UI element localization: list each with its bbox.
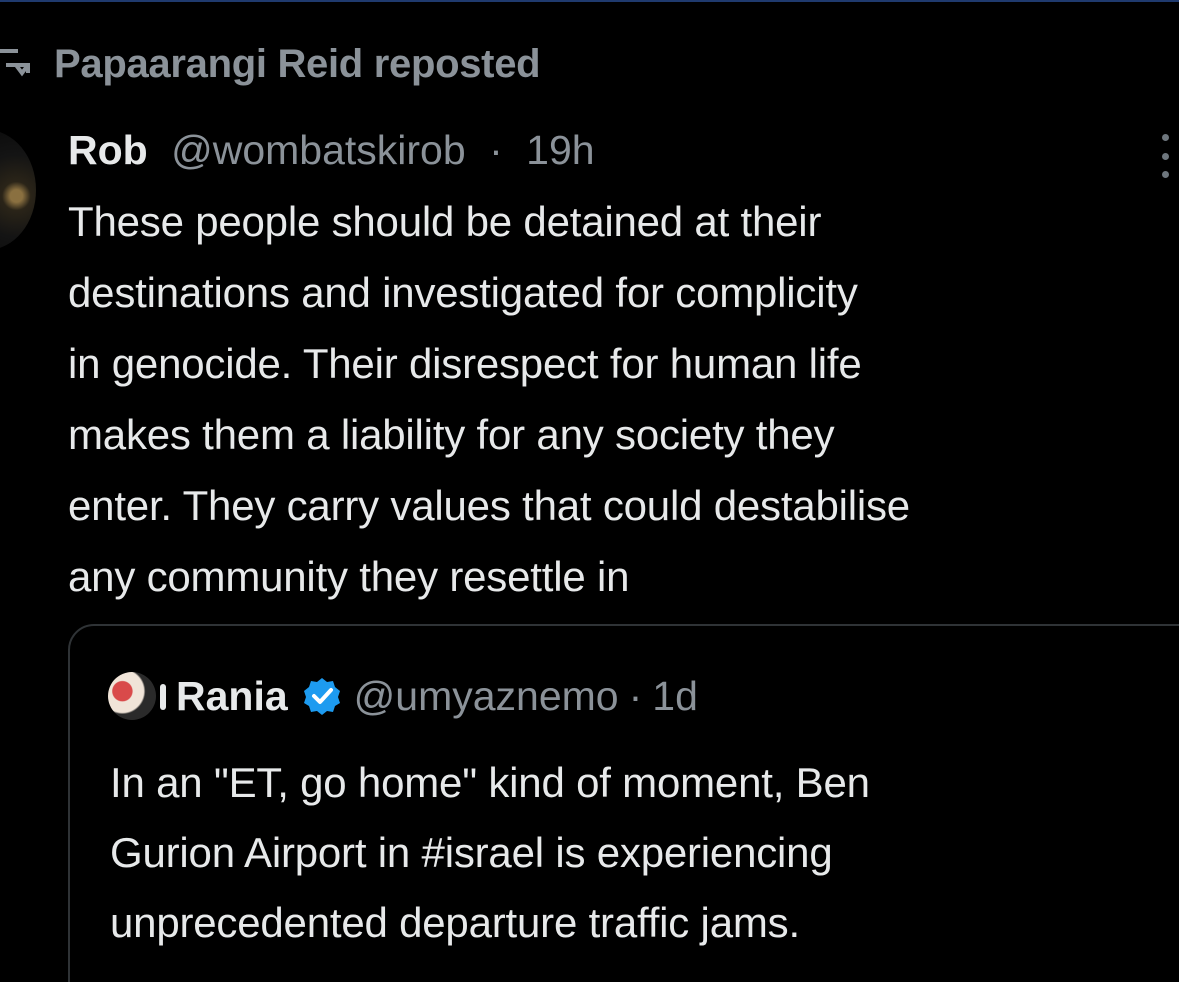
tweet-text-line: any community they resettle in [68,553,630,600]
tweet-header: Rob @wombatskirob · 19h [68,120,1178,180]
quote-author-name[interactable]: Rania [176,673,288,720]
repost-label[interactable]: Papaarangi Reid reposted [54,42,541,87]
more-vertical-icon[interactable] [1157,134,1173,178]
tweet[interactable]: Rob @wombatskirob · 19h These people sho… [68,120,1178,612]
tweet-text-line: in genocide. Their disrespect for human … [68,340,862,387]
author-avatar[interactable] [0,130,36,250]
quote-text-line: unprecedented departure traffic jams. [110,899,800,946]
screenshot-frame: Papaarangi Reid reposted Rob @wombatskir… [0,0,1179,982]
tweet-text: These people should be detained at their… [68,186,1178,612]
quote-text: In an "ET, go home" kind of moment, Ben … [110,748,870,958]
quote-author-handle[interactable]: @umyaznemo [354,673,619,720]
tweet-text-line: destinations and investigated for compli… [68,269,858,316]
quote-header-separator: · [628,672,643,719]
quote-author-avatar[interactable] [108,672,166,720]
tweet-timestamp[interactable]: 19h [526,127,594,173]
header-separator: · [489,127,503,173]
quote-timestamp[interactable]: 1d [652,673,698,720]
tweet-text-line: makes them a liability for any society t… [68,411,835,458]
author-name[interactable]: Rob [68,127,148,173]
author-handle[interactable]: @wombatskirob [171,127,466,173]
repost-icon [0,44,34,84]
quote-header: Rania @umyaznemo · 1d [108,666,698,726]
quote-text-line: Gurion Airport in #israel is experiencin… [110,829,833,876]
repost-indicator: Papaarangi Reid reposted [0,34,541,94]
quoted-tweet-card[interactable]: Rania @umyaznemo · 1d In an "ET, go home… [68,624,1179,982]
tweet-text-line: These people should be detained at their [68,198,822,245]
tweet-text-line: enter. They carry values that could dest… [68,482,910,529]
quote-text-line: In an "ET, go home" kind of moment, Ben [110,759,870,806]
verified-badge-icon [302,676,342,716]
